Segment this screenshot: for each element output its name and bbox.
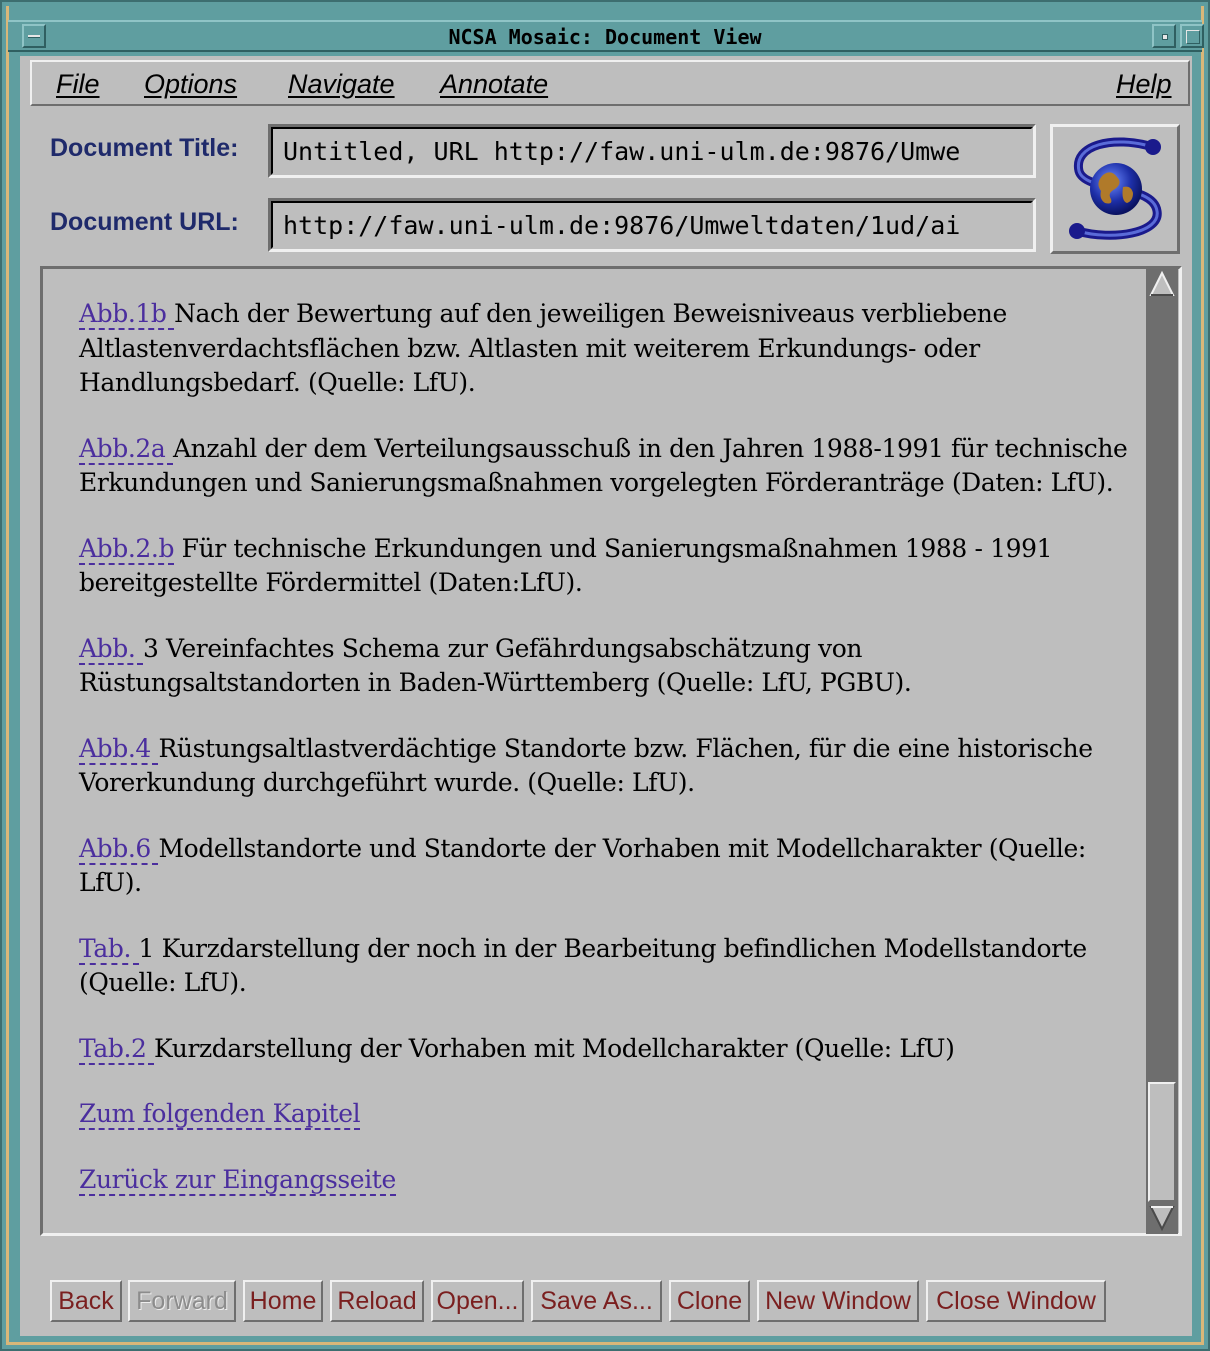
figure-link[interactable]: Abb.6 bbox=[79, 833, 159, 865]
figure-link[interactable]: Abb.4 bbox=[79, 733, 159, 765]
entry-text: Rüstungsaltlastverdächtige Standorte bzw… bbox=[79, 733, 1093, 798]
clone-button[interactable]: Clone bbox=[669, 1280, 750, 1322]
scroll-up-arrow-icon[interactable] bbox=[1148, 270, 1176, 298]
maximize-button[interactable] bbox=[1180, 24, 1204, 48]
entry-text: Nach der Bewertung auf den jeweiligen Be… bbox=[79, 299, 1007, 397]
menu-bar: File Options Navigate Annotate Help bbox=[30, 60, 1190, 106]
list-item: Abb.4 Rüstungsaltlastverdächtige Standor… bbox=[79, 732, 1139, 801]
open-button[interactable]: Open... bbox=[431, 1280, 524, 1322]
figure-link[interactable]: Abb.2a bbox=[79, 433, 173, 465]
document-title-field[interactable]: Untitled, URL http://faw.uni-ulm.de:9876… bbox=[268, 124, 1036, 178]
minimize-button[interactable] bbox=[1152, 24, 1176, 48]
reload-button[interactable]: Reload bbox=[330, 1280, 424, 1322]
back-button[interactable]: Back bbox=[50, 1280, 122, 1322]
document-view[interactable]: Abb.1b Nach der Bewertung auf den jeweil… bbox=[40, 266, 1182, 1236]
mosaic-globe-logo-icon bbox=[1069, 137, 1162, 240]
title-bar[interactable]: NCSA Mosaic: Document View bbox=[8, 20, 1204, 52]
menu-help[interactable]: Help bbox=[1116, 69, 1172, 100]
list-item: Tab.2 Kurzdarstellung der Vorhaben mit M… bbox=[79, 1032, 1139, 1067]
figure-link[interactable]: Abb.2.b bbox=[79, 533, 174, 565]
entry-text: 3 Vereinfachtes Schema zur Gefährdungsab… bbox=[79, 633, 912, 698]
back-to-start-link[interactable]: Zurück zur Eingangsseite bbox=[79, 1164, 396, 1196]
scroll-down-arrow-icon[interactable] bbox=[1148, 1204, 1176, 1232]
menu-navigate[interactable]: Navigate bbox=[288, 69, 395, 100]
scrollbar-thumb[interactable] bbox=[1148, 1082, 1176, 1202]
entry-text: Für technische Erkundungen und Sanierung… bbox=[79, 533, 1053, 598]
new-window-button[interactable]: New Window bbox=[757, 1280, 919, 1322]
next-chapter-link[interactable]: Zum folgenden Kapitel bbox=[79, 1099, 361, 1130]
mosaic-logo-button[interactable] bbox=[1050, 124, 1180, 254]
document-url-field[interactable]: http://faw.uni-ulm.de:9876/Umweltdaten/1… bbox=[268, 198, 1036, 252]
menu-file[interactable]: File bbox=[56, 69, 100, 100]
save-as-button[interactable]: Save As... bbox=[531, 1280, 662, 1322]
entry-text: 1 Kurzdarstellung der noch in der Bearbe… bbox=[79, 933, 1087, 998]
list-item: Abb.1b Nach der Bewertung auf den jeweil… bbox=[79, 297, 1139, 401]
table-link[interactable]: Tab. bbox=[79, 933, 139, 965]
nav-back-item: Zurück zur Eingangsseite bbox=[79, 1163, 1139, 1198]
menu-options[interactable]: Options bbox=[144, 69, 237, 100]
window-title: NCSA Mosaic: Document View bbox=[448, 25, 762, 49]
figure-link[interactable]: Abb. bbox=[79, 633, 143, 665]
document-title-value[interactable]: Untitled, URL http://faw.uni-ulm.de:9876… bbox=[271, 127, 1033, 175]
close-window-button[interactable]: Close Window bbox=[926, 1280, 1106, 1322]
document-body: Abb.1b Nach der Bewertung auf den jeweil… bbox=[79, 297, 1139, 1228]
document-title-label: Document Title: bbox=[50, 134, 239, 162]
document-url-label: Document URL: bbox=[50, 208, 239, 236]
menu-annotate[interactable]: Annotate bbox=[440, 69, 548, 100]
list-item: Abb.6 Modellstandorte und Standorte der … bbox=[79, 832, 1139, 901]
list-item: Abb.2a Anzahl der dem Verteilungsausschu… bbox=[79, 432, 1139, 501]
entry-text: Modellstandorte und Standorte der Vorhab… bbox=[79, 833, 1086, 898]
entry-text: Kurzdarstellung der Vorhaben mit Modellc… bbox=[154, 1033, 955, 1063]
home-button[interactable]: Home bbox=[243, 1280, 323, 1322]
document-url-value[interactable]: http://faw.uni-ulm.de:9876/Umweltdaten/1… bbox=[271, 201, 1033, 249]
table-link[interactable]: Tab.2 bbox=[79, 1033, 155, 1065]
forward-button[interactable]: Forward bbox=[128, 1280, 236, 1322]
entry-text: Anzahl der dem Verteilungsausschuß in de… bbox=[79, 433, 1128, 498]
figure-link[interactable]: Abb.1b bbox=[79, 299, 175, 330]
list-item: Abb.2.b Für technische Erkundungen und S… bbox=[79, 532, 1139, 601]
list-item: Abb. 3 Vereinfachtes Schema zur Gefährdu… bbox=[79, 632, 1139, 701]
list-item: Tab. 1 Kurzdarstellung der noch in der B… bbox=[79, 932, 1139, 1001]
nav-next-item: Zum folgenden Kapitel bbox=[79, 1097, 1139, 1132]
